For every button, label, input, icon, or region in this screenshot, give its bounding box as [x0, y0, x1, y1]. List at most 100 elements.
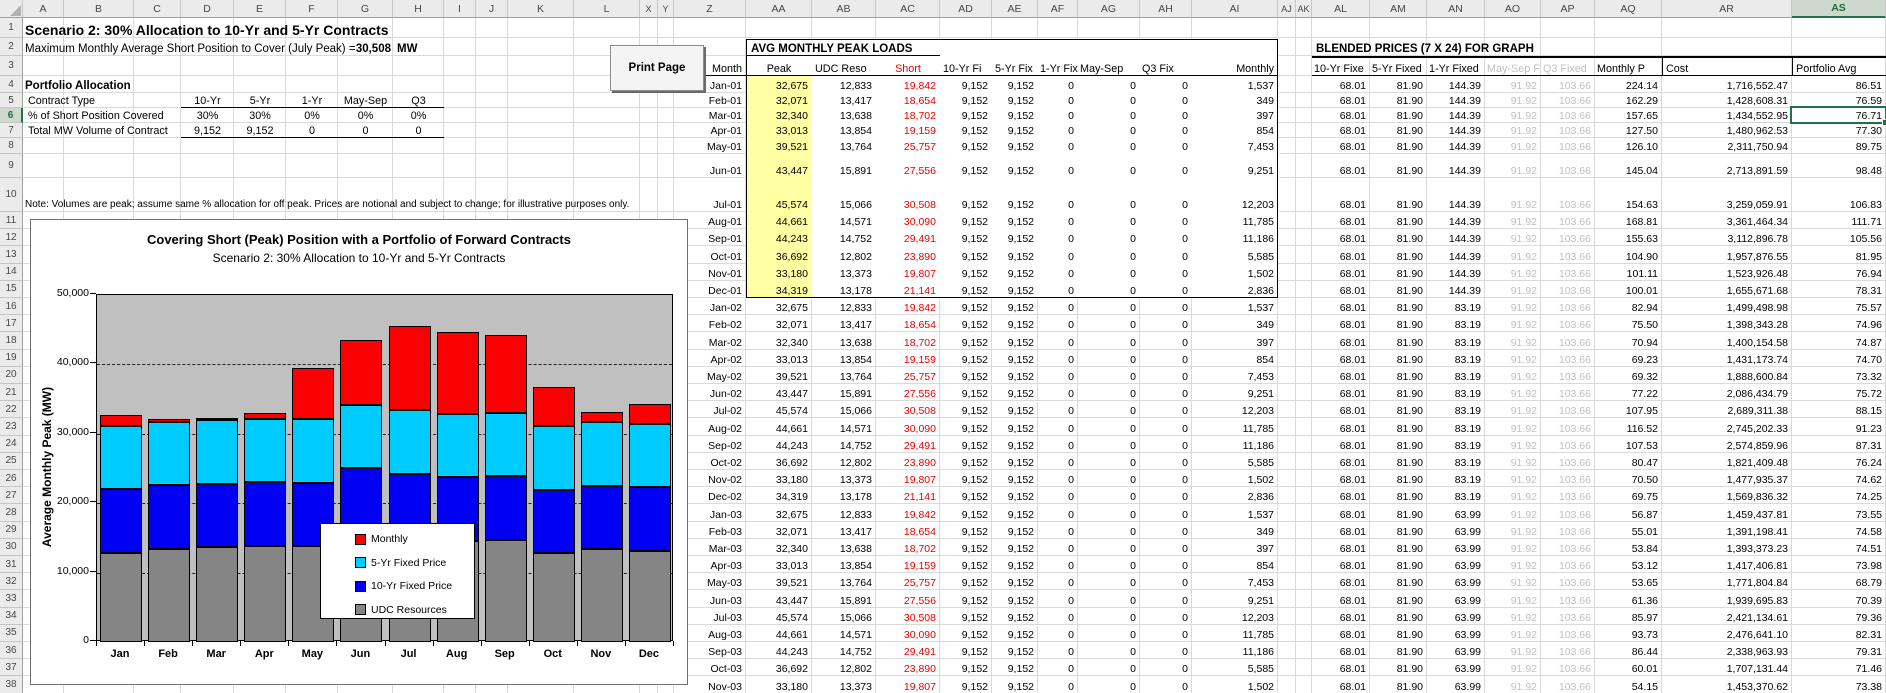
cell-AA38[interactable]: 33,180 [746, 676, 812, 693]
cell-AD27[interactable]: 9,152 [940, 487, 992, 504]
cell-AH18[interactable]: 0 [1140, 332, 1192, 349]
cell-AB11[interactable]: 14,571 [812, 212, 876, 229]
cell-AB19[interactable]: 13,854 [812, 350, 876, 367]
cell-AH33[interactable]: 0 [1140, 590, 1192, 607]
cell-AL6[interactable]: 68.01 [1312, 108, 1370, 123]
cell-AL29[interactable]: 68.01 [1312, 522, 1370, 539]
cell-AF20[interactable]: 0 [1038, 367, 1078, 384]
peak-header-q3[interactable]: Q3 Fix [1142, 56, 1192, 75]
row-header-14[interactable]: 14 [0, 264, 23, 281]
cell-AC13[interactable]: 23,890 [876, 246, 940, 263]
cell-AO25[interactable]: 91.92 [1485, 453, 1541, 470]
cell-AN13[interactable]: 144.39 [1427, 246, 1485, 263]
cell-AR21[interactable]: 2,086,434.79 [1662, 384, 1792, 401]
column-header-E[interactable]: E [234, 0, 286, 18]
portfolio-contract-type-4[interactable]: Q3 [393, 93, 444, 108]
column-header-AD[interactable]: AD [940, 0, 992, 18]
cell-AA26[interactable]: 33,180 [746, 470, 812, 487]
row-header-21[interactable]: 21 [0, 384, 23, 401]
cell-AN24[interactable]: 83.19 [1427, 436, 1485, 453]
cell-AN25[interactable]: 83.19 [1427, 453, 1485, 470]
row-header-16[interactable]: 16 [0, 298, 23, 315]
cell-AE37[interactable]: 9,152 [992, 659, 1038, 676]
cell-AP25[interactable]: 103.66 [1541, 453, 1595, 470]
cell-AD33[interactable]: 9,152 [940, 590, 992, 607]
cell-AG14[interactable]: 0 [1078, 264, 1140, 281]
row-header-11[interactable]: 11 [0, 212, 23, 229]
cell-AC27[interactable]: 21,141 [876, 487, 940, 504]
column-header-AP[interactable]: AP [1541, 0, 1595, 18]
cell-AR4[interactable]: 1,716,552.47 [1662, 76, 1792, 93]
cell-AQ11[interactable]: 168.81 [1595, 212, 1662, 229]
cell-AH25[interactable]: 0 [1140, 453, 1192, 470]
cell-AM35[interactable]: 81.90 [1370, 625, 1427, 642]
cell-AB20[interactable]: 13,764 [812, 367, 876, 384]
blended-header-monthly-price[interactable]: Monthly P [1597, 57, 1661, 75]
cell-AE36[interactable]: 9,152 [992, 642, 1038, 659]
cell-AD20[interactable]: 9,152 [940, 367, 992, 384]
blended-header-5yr[interactable]: 5-Yr Fixed [1372, 57, 1426, 75]
cell-AN36[interactable]: 63.99 [1427, 642, 1485, 659]
cell-AQ14[interactable]: 101.11 [1595, 264, 1662, 281]
cell-AF12[interactable]: 0 [1038, 229, 1078, 246]
cell-AD10[interactable]: 9,152 [940, 178, 992, 212]
cell-AC6[interactable]: 18,702 [876, 108, 940, 123]
cell-AD36[interactable]: 9,152 [940, 642, 992, 659]
column-header-G[interactable]: G [338, 0, 393, 18]
row-header-20[interactable]: 20 [0, 367, 23, 384]
cell-AD38[interactable]: 9,152 [940, 676, 992, 693]
cell-AD35[interactable]: 9,152 [940, 625, 992, 642]
row-header-12[interactable]: 12 [0, 229, 23, 246]
row-header-34[interactable]: 34 [0, 608, 23, 625]
cell-AM18[interactable]: 81.90 [1370, 332, 1427, 349]
cell-AQ25[interactable]: 80.47 [1595, 453, 1662, 470]
cell-AS8[interactable]: 89.75 [1792, 138, 1886, 154]
cell-AD8[interactable]: 9,152 [940, 138, 992, 154]
cell-AP23[interactable]: 103.66 [1541, 418, 1595, 435]
cell-AL8[interactable]: 68.01 [1312, 138, 1370, 154]
cell-AL18[interactable]: 68.01 [1312, 332, 1370, 349]
cell-AA24[interactable]: 44,243 [746, 436, 812, 453]
cell-AM20[interactable]: 81.90 [1370, 367, 1427, 384]
cell-AI11[interactable]: 11,785 [1192, 212, 1278, 229]
cell-AF27[interactable]: 0 [1038, 487, 1078, 504]
blended-header-10yr[interactable]: 10-Yr Fixe [1314, 57, 1369, 75]
cell-AO21[interactable]: 91.92 [1485, 384, 1541, 401]
cell-AN6[interactable]: 144.39 [1427, 108, 1485, 123]
cell-AN17[interactable]: 83.19 [1427, 315, 1485, 332]
cell-AO20[interactable]: 91.92 [1485, 367, 1541, 384]
cell-AM28[interactable]: 81.90 [1370, 504, 1427, 521]
cell-AL38[interactable]: 68.01 [1312, 676, 1370, 693]
cell-AO27[interactable]: 91.92 [1485, 487, 1541, 504]
row-header-27[interactable]: 27 [0, 487, 23, 504]
cell-AP5[interactable]: 103.66 [1541, 93, 1595, 108]
cell-AB13[interactable]: 12,802 [812, 246, 876, 263]
cell-AS22[interactable]: 88.15 [1792, 401, 1886, 418]
row-header-22[interactable]: 22 [0, 401, 23, 418]
cell-AD29[interactable]: 9,152 [940, 522, 992, 539]
cell-AF30[interactable]: 0 [1038, 539, 1078, 556]
cell-AH31[interactable]: 0 [1140, 556, 1192, 573]
cell-AL5[interactable]: 68.01 [1312, 93, 1370, 108]
cell-AR12[interactable]: 3,112,896.78 [1662, 229, 1792, 246]
cell-AF21[interactable]: 0 [1038, 384, 1078, 401]
cell-AH27[interactable]: 0 [1140, 487, 1192, 504]
cell-AB27[interactable]: 13,178 [812, 487, 876, 504]
cell-AI8[interactable]: 7,453 [1192, 138, 1278, 154]
cell-AG5[interactable]: 0 [1078, 93, 1140, 108]
cell-AL28[interactable]: 68.01 [1312, 504, 1370, 521]
portfolio-total-mw-1[interactable]: 9,152 [234, 123, 286, 138]
cell-AA30[interactable]: 32,340 [746, 539, 812, 556]
cell-AI15[interactable]: 2,836 [1192, 281, 1278, 298]
cell-AL30[interactable]: 68.01 [1312, 539, 1370, 556]
cell-AC30[interactable]: 18,702 [876, 539, 940, 556]
cell-AE19[interactable]: 9,152 [992, 350, 1038, 367]
cell-AI21[interactable]: 9,251 [1192, 384, 1278, 401]
cell-AD17[interactable]: 9,152 [940, 315, 992, 332]
cell-AE20[interactable]: 9,152 [992, 367, 1038, 384]
cell-AL26[interactable]: 68.01 [1312, 470, 1370, 487]
cell-AQ33[interactable]: 61.36 [1595, 590, 1662, 607]
cell-AS26[interactable]: 74.62 [1792, 470, 1886, 487]
cell-AF4[interactable]: 0 [1038, 76, 1078, 93]
cell-AM12[interactable]: 81.90 [1370, 229, 1427, 246]
